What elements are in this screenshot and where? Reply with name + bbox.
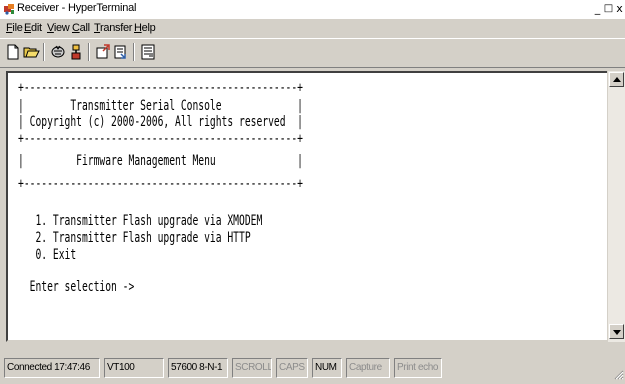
terminal-line: Enter selection ->: [18, 279, 135, 295]
hyperterminal-app-icon[interactable]: [3, 3, 15, 15]
terminal-line: | Copyright (c) 2000-2006, All rights re…: [18, 114, 303, 130]
menu-call-accelerator: C: [72, 22, 80, 34]
maximize-button[interactable]: □: [603, 3, 614, 15]
menu-help-accelerator: H: [134, 22, 142, 34]
menu-help-label: elp: [141, 22, 156, 34]
terminal-line: +---------------------------------------…: [18, 131, 303, 147]
terminal-line: | Transmitter Serial Console |: [18, 98, 303, 114]
toolbar: [0, 38, 625, 68]
close-button[interactable]: x: [614, 3, 625, 15]
menu-call[interactable]: Call: [72, 22, 90, 34]
menu-edit[interactable]: Edit: [24, 22, 42, 34]
menu-edit-label: dit: [31, 22, 42, 34]
menu-help[interactable]: Help: [134, 22, 156, 34]
status-capture: Capture: [346, 358, 390, 378]
menu-transfer-label: ransfer: [100, 22, 133, 34]
terminal-line: +---------------------------------------…: [18, 80, 303, 96]
menu-bar: File Edit View Call Transfer Help: [0, 19, 625, 38]
terminal-line: +---------------------------------------…: [18, 176, 303, 192]
open-icon[interactable]: [22, 43, 40, 61]
status-scroll-lock: SCROLL: [232, 358, 272, 378]
status-connection: Connected 17:47:46: [4, 358, 100, 378]
connect-icon[interactable]: [67, 43, 85, 61]
vertical-scrollbar[interactable]: [607, 71, 625, 342]
terminal-line: 0. Exit: [18, 247, 77, 263]
scroll-down-button[interactable]: [609, 324, 624, 339]
menu-view-label: iew: [53, 22, 70, 34]
menu-file[interactable]: File: [6, 22, 23, 34]
toolbar-separator: [88, 43, 90, 61]
new-connection-icon[interactable]: [4, 43, 22, 61]
menu-view-accelerator: V: [47, 22, 54, 34]
disconnect-icon[interactable]: [49, 43, 67, 61]
menu-edit-accelerator: E: [24, 22, 32, 34]
status-port-settings: 57600 8-N-1: [168, 358, 228, 378]
hyperterminal-window: Receiver - HyperTerminal _ □ x File Edit…: [0, 0, 625, 384]
properties-icon[interactable]: [139, 43, 157, 61]
title-bar[interactable]: Receiver - HyperTerminal _ □ x: [0, 0, 625, 19]
terminal-line: 1. Transmitter Flash upgrade via XMODEM: [18, 213, 263, 229]
terminal-line: | Firmware Management Menu |: [18, 153, 303, 169]
status-emulation: VT100: [104, 358, 164, 378]
toolbar-separator: [133, 43, 135, 61]
menu-view[interactable]: View: [47, 22, 70, 34]
window-title: Receiver - HyperTerminal: [17, 2, 137, 14]
status-bar: Connected 17:47:46 VT100 57600 8-N-1 SCR…: [0, 355, 625, 384]
scroll-up-button[interactable]: [609, 72, 624, 87]
status-print-echo: Print echo: [394, 358, 442, 378]
receive-icon[interactable]: [112, 43, 130, 61]
menu-transfer[interactable]: Transfer: [94, 22, 132, 34]
scroll-down-arrow-icon: [613, 330, 621, 335]
scroll-up-arrow-icon: [613, 77, 621, 82]
resize-grip-icon[interactable]: [612, 368, 624, 380]
status-num-lock: NUM: [312, 358, 342, 378]
send-icon[interactable]: [94, 43, 112, 61]
minimize-button[interactable]: _: [592, 3, 603, 15]
terminal-line: 2. Transmitter Flash upgrade via HTTP: [18, 230, 251, 246]
menu-file-label: ile: [12, 22, 23, 34]
menu-call-label: all: [79, 22, 90, 34]
terminal-screen[interactable]: +---------------------------------------…: [6, 71, 607, 342]
toolbar-separator: [43, 43, 45, 61]
status-caps-lock: CAPS: [276, 358, 308, 378]
